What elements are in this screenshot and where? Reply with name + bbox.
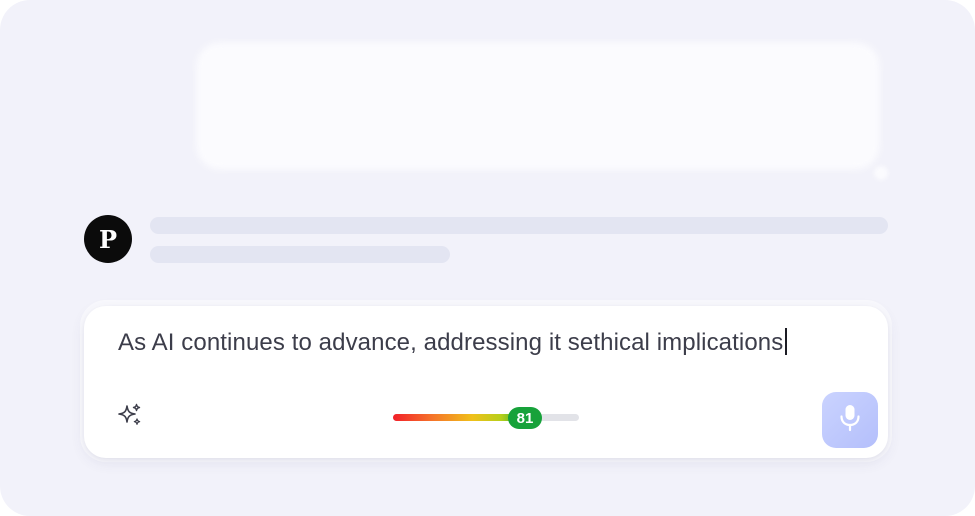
message-bubble-tail — [874, 166, 888, 180]
quality-score-meter: 81 — [393, 407, 579, 429]
microphone-icon — [837, 403, 863, 437]
ai-assist-button[interactable] — [114, 402, 146, 434]
voice-input-button[interactable] — [822, 392, 878, 448]
composer-input[interactable]: As AI continues to advance, addressing i… — [118, 328, 788, 357]
score-value: 81 — [516, 409, 534, 427]
loading-skeleton-line-short — [150, 246, 450, 263]
text-caret — [785, 328, 788, 355]
blurred-message-bubble — [198, 44, 878, 168]
composer-input-text: As AI continues to advance, addressing i… — [118, 329, 784, 356]
message-composer[interactable]: As AI continues to advance, addressing i… — [84, 306, 888, 458]
loading-skeleton-line — [150, 217, 888, 234]
score-badge: 81 — [508, 407, 542, 429]
chat-canvas: P As AI continues to advance, addressing… — [0, 0, 975, 516]
avatar-initial: P — [98, 224, 118, 254]
score-meter-fill — [393, 414, 525, 421]
avatar: P — [84, 215, 132, 263]
sparkles-icon — [116, 402, 144, 434]
